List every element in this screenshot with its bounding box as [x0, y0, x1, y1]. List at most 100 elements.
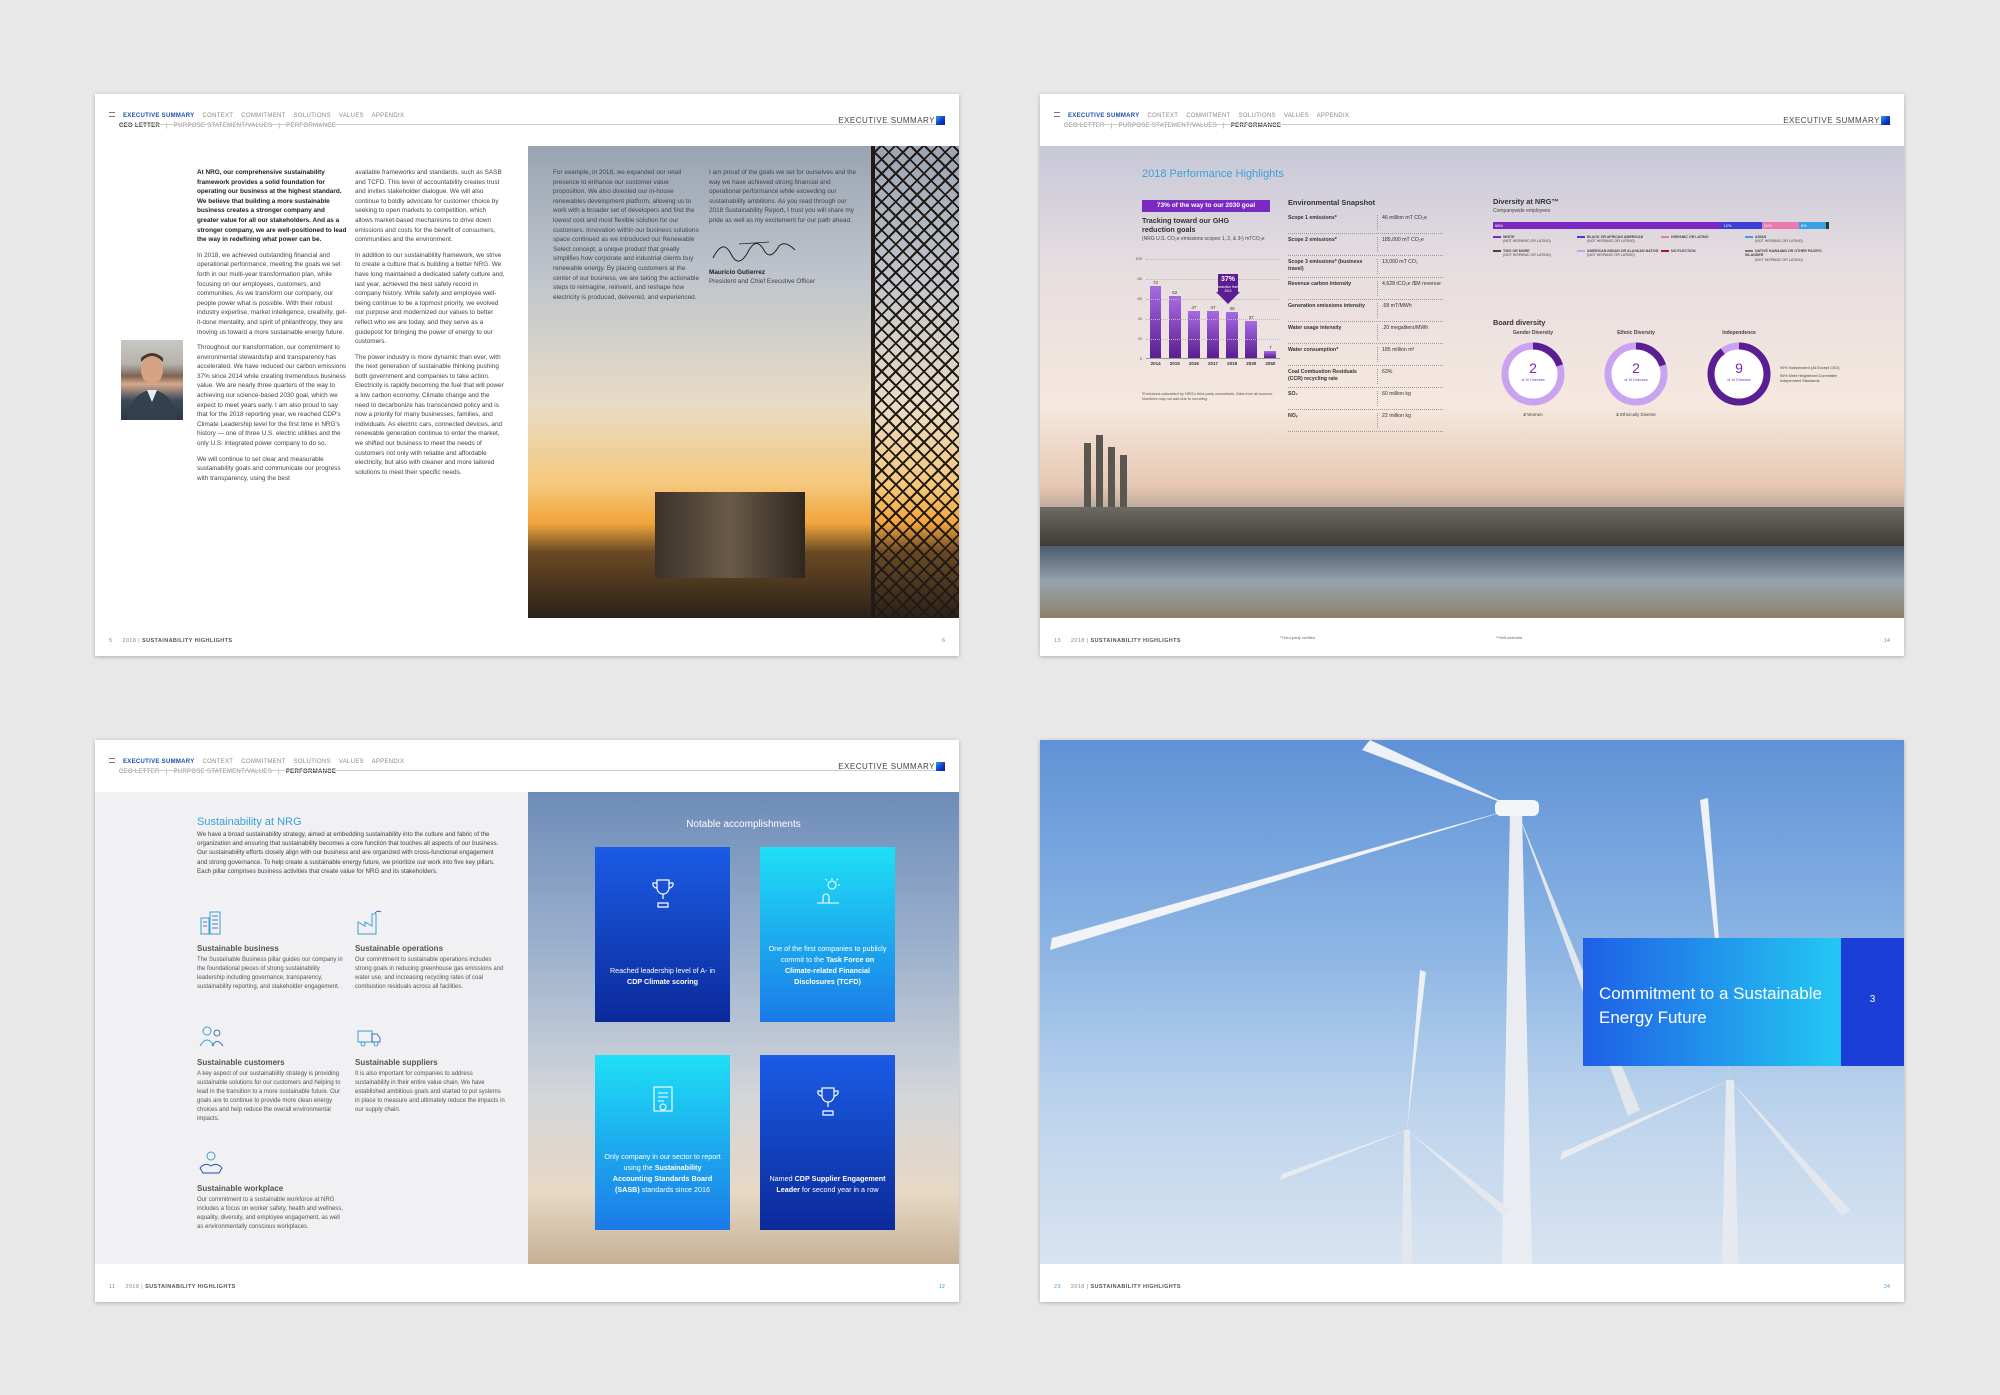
legend-swatch [1661, 236, 1669, 239]
page-title: Sustainability at NRG [197, 816, 302, 828]
env-label: Revenue carbon intensity [1288, 281, 1352, 287]
letter-paragraph: For example, in 2018, we expanded our re… [553, 169, 700, 301]
ring-heading: Ethnic Diversity [1617, 330, 1655, 336]
env-row: Scope 3 emissions* (business travel) 13,0… [1288, 256, 1443, 278]
page-number: 24 [1883, 1284, 1890, 1290]
footer-sep: | [1086, 1284, 1089, 1290]
letter-column-2: available frameworks and standards, such… [355, 168, 505, 483]
independence-note: 90% Independent (All Except CEO) 90% Mee… [1780, 366, 1840, 384]
section-title: EXECUTIVE SUMMARY [838, 762, 935, 771]
legend-swatch [1493, 236, 1501, 239]
page-number: 11 [109, 1284, 116, 1290]
pillar-sustainable-workplace: Sustainable workplace Our commitment to … [197, 1148, 347, 1232]
ring-number: 9 [1735, 360, 1743, 376]
pillar-text: A key aspect of our sustainability strat… [197, 1071, 341, 1122]
env-row: Generation emissions intensity .68 mT/MWh [1288, 300, 1443, 322]
nav-tab-solutions[interactable]: SOLUTIONS [294, 759, 331, 765]
letter-paragraph: We will continue to set clear and measur… [197, 455, 341, 482]
card-text-bold: CDP Climate scoring [627, 977, 698, 986]
legend-item: ASIAN (NOT HISPANIC OR LATINO) [1745, 235, 1827, 244]
section-title: EXECUTIVE SUMMARY [1783, 116, 1880, 125]
accomplishment-card-cdp-supplier: Named CDP Supplier Engagement Leader for… [760, 1055, 895, 1230]
nav-tab-appendix[interactable]: APPENDIX [372, 113, 405, 119]
header-divider [121, 770, 945, 771]
footer-sep: | [1086, 638, 1089, 644]
ghg-subheading: (NRG U.S. CO₂e emissions scopes 1, 2, & … [1142, 236, 1265, 242]
footer-label: SUSTAINABILITY HIGHLIGHTS [1090, 1284, 1181, 1290]
y-tick-label: 60 [1137, 296, 1142, 301]
nav-tab-solutions[interactable]: SOLUTIONS [294, 113, 331, 119]
env-label: NOₓ [1288, 413, 1298, 419]
ring-caption-number: 2 [1523, 412, 1526, 417]
env-value: 4,628 tCO₂e /$M revenue [1377, 281, 1443, 296]
legend-swatch [1745, 236, 1753, 239]
bar-value-label: 72 [1153, 280, 1159, 285]
env-row: Water usage intensity .20 megaliters/MWh [1288, 322, 1443, 344]
page-title: 2018 Performance Highlights [1142, 168, 1284, 180]
menu-icon[interactable] [109, 758, 115, 763]
nav-tab-context[interactable]: CONTEXT [1148, 113, 1179, 119]
nav-tab-context[interactable]: CONTEXT [203, 113, 234, 119]
section-banner: Commitment to a Sustainable Energy Futur… [1583, 938, 1841, 1066]
x-tick-label: 2015 [1169, 361, 1180, 366]
pillar-title: Sustainable business [197, 944, 279, 953]
diversity-subtitle: Companywide employees [1493, 208, 1551, 214]
ring-number: 2 [1632, 360, 1640, 376]
board-title: Board diversity [1493, 318, 1546, 327]
letter-column-3: For example, in 2018, we expanded our re… [553, 168, 701, 308]
pillar-text: Our commitment to a sustainable workforc… [197, 1197, 343, 1230]
independence-note-1: 90% Independent (All Except CEO) [1780, 366, 1840, 370]
env-row: Revenue carbon intensity 4,628 tCO₂e /$M … [1288, 278, 1443, 300]
chart-bar [1149, 286, 1162, 358]
nav-tab-executive-summary[interactable]: EXECUTIVE SUMMARY [123, 113, 195, 119]
diversity-segment: 11% [1761, 222, 1799, 229]
nav-tab-commitment[interactable]: COMMITMENT [1186, 113, 1230, 119]
legend-swatch [1577, 250, 1585, 253]
trophy-icon [651, 879, 674, 908]
board-ring-group: Gender Diversity 2 of 10 Directors 2 Women [1493, 330, 1573, 440]
board-ring-group: Ethnic Diversity 2 of 10 Directors 2 Ethnic… [1596, 330, 1676, 440]
menu-icon[interactable] [109, 112, 115, 117]
section-number: 3 [1869, 994, 1876, 1005]
nav-tab-solutions[interactable]: SOLUTIONS [1239, 113, 1276, 119]
nav-tab-values[interactable]: VALUES [339, 759, 364, 765]
bar-value-label: 46 [1229, 306, 1235, 311]
callout-text: reduction from 2014 [1217, 285, 1239, 293]
legend-swatch [1745, 250, 1753, 253]
nav-tab-executive-summary[interactable]: EXECUTIVE SUMMARY [1068, 113, 1140, 119]
factory-icon [357, 910, 382, 935]
intro-text: We have a broad sustainability strategy,… [197, 831, 499, 875]
footer-label: SUSTAINABILITY HIGHLIGHTS [1090, 638, 1181, 644]
nav-tab-values[interactable]: VALUES [339, 113, 364, 119]
ring-number: 2 [1529, 360, 1537, 376]
nav-tab-context[interactable]: CONTEXT [203, 759, 234, 765]
x-tick-label: 2030 [1246, 361, 1257, 366]
nav-tab-commitment[interactable]: COMMITMENT [241, 113, 285, 119]
nav-tab-appendix[interactable]: APPENDIX [372, 759, 405, 765]
pillar-sustainable-suppliers: Sustainable suppliers It is also importa… [355, 1022, 505, 1115]
env-value: 63% [1377, 369, 1443, 384]
gridline [1146, 259, 1280, 260]
env-value: .68 mT/MWh [1377, 303, 1443, 318]
legend-label: ASIAN [1755, 235, 1767, 239]
ring-of-text: of 10 Directors [1624, 378, 1648, 382]
brand-square-icon [936, 116, 945, 125]
x-tick-label: 2050 [1265, 361, 1276, 366]
env-row: SO₂ 60 million kg [1288, 388, 1443, 410]
diversity-segment: 8% [1798, 222, 1826, 229]
board-diversity-rings: Gender Diversity 2 of 10 Directors 2 Women E… [1493, 330, 1833, 440]
smokestack [1084, 443, 1091, 507]
card-text: Reached leadership level of A- in [609, 966, 716, 975]
menu-icon[interactable] [1054, 112, 1060, 117]
legend-label: AMERICAN INDIAN OR ALASKAN NATIVE [1587, 249, 1659, 253]
ring-caption: 2 Women [1493, 412, 1573, 417]
certificate-icon [652, 1086, 673, 1112]
nav-tab-commitment[interactable]: COMMITMENT [241, 759, 285, 765]
legend-swatch [1661, 250, 1669, 253]
nav-tab-executive-summary[interactable]: EXECUTIVE SUMMARY [123, 759, 195, 765]
nav-tab-values[interactable]: VALUES [1284, 113, 1309, 119]
legend-item: NATIVE HAWAIIAN OR OTHER PACIFIC ISLANDE… [1745, 249, 1827, 262]
nav-tab-appendix[interactable]: APPENDIX [1317, 113, 1350, 119]
footer-sep: | [141, 1284, 144, 1290]
footnote-self-selected: **Self-selected [1496, 635, 1523, 640]
